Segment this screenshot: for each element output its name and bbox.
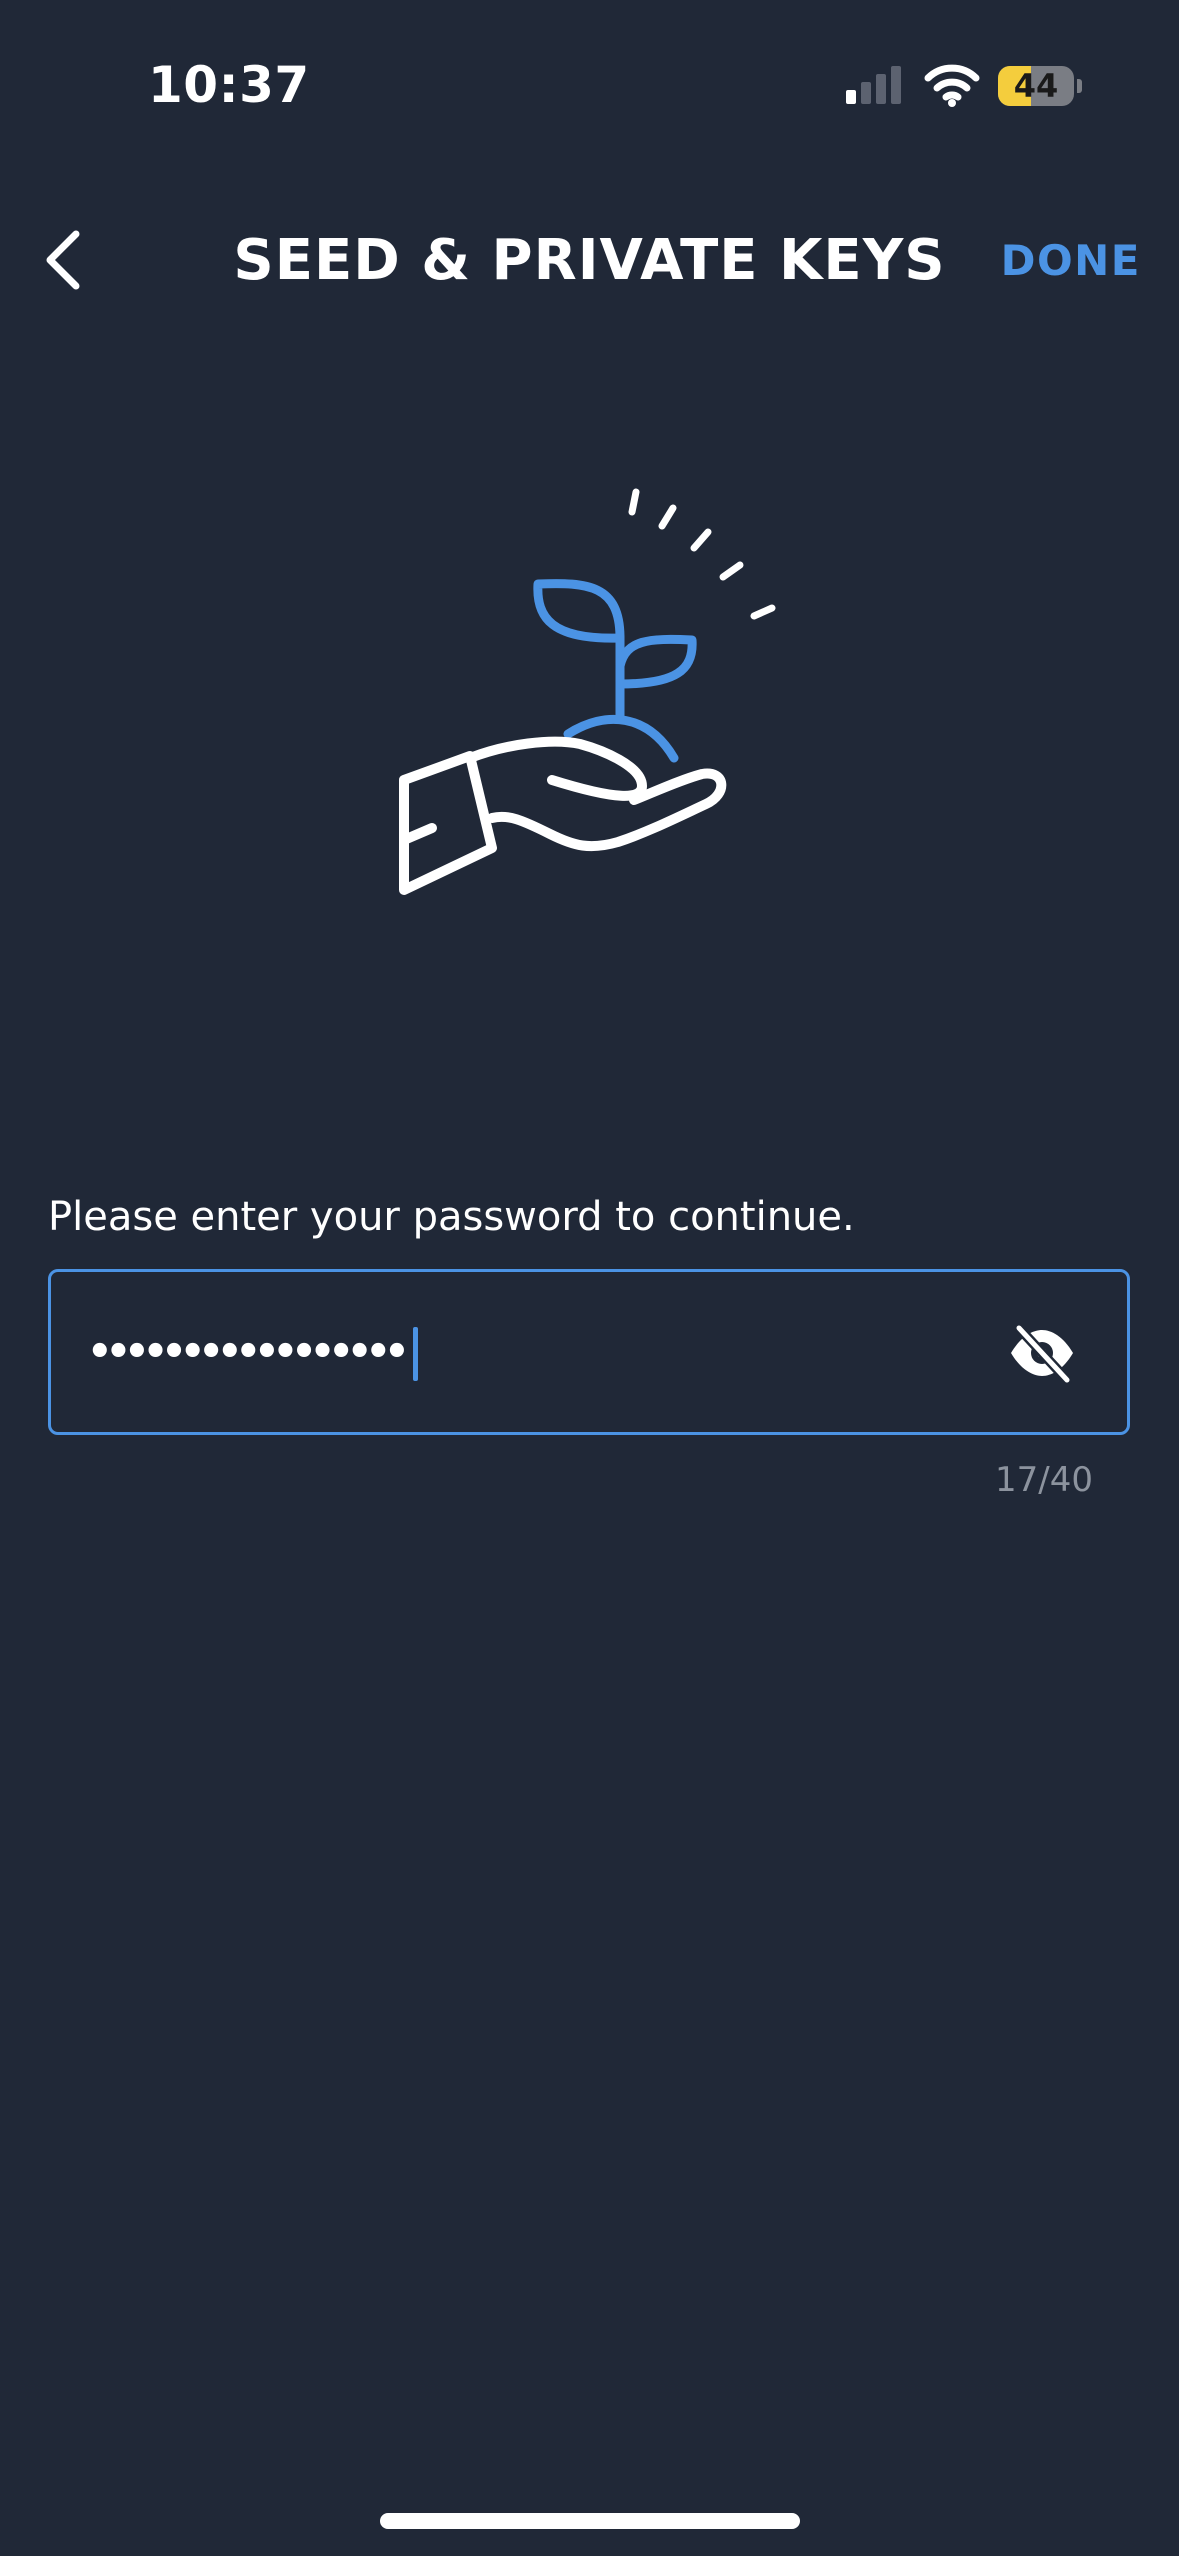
cellular-signal-icon <box>846 66 901 104</box>
status-time: 10:37 <box>148 56 310 114</box>
password-field[interactable]: ••••••••••••••••• <box>48 1269 1130 1435</box>
nav-bar: SEED & PRIVATE KEYS DONE <box>0 200 1179 320</box>
hand-holding-sprout-icon <box>399 488 776 895</box>
done-button[interactable]: DONE <box>1001 236 1141 285</box>
password-masked-text: ••••••••••••••••• <box>87 1329 410 1375</box>
status-bar: 10:37 44 <box>0 0 1179 150</box>
password-prompt-label: Please enter your password to continue. <box>48 1194 855 1240</box>
password-value[interactable]: ••••••••••••••••• <box>87 1320 418 1384</box>
battery-level: 44 <box>1013 67 1059 105</box>
battery-indicator: 44 <box>998 66 1082 106</box>
screen: 10:37 44 SEED & PRIVATE KEYS DONE Please… <box>0 0 1179 2556</box>
eye-off-icon[interactable] <box>1007 1322 1077 1384</box>
text-caret <box>412 1327 418 1381</box>
wifi-icon <box>924 64 980 107</box>
battery-nub <box>1077 79 1082 93</box>
home-indicator[interactable] <box>380 2513 800 2529</box>
character-counter: 17/40 <box>995 1460 1093 1500</box>
battery-body: 44 <box>998 66 1074 106</box>
